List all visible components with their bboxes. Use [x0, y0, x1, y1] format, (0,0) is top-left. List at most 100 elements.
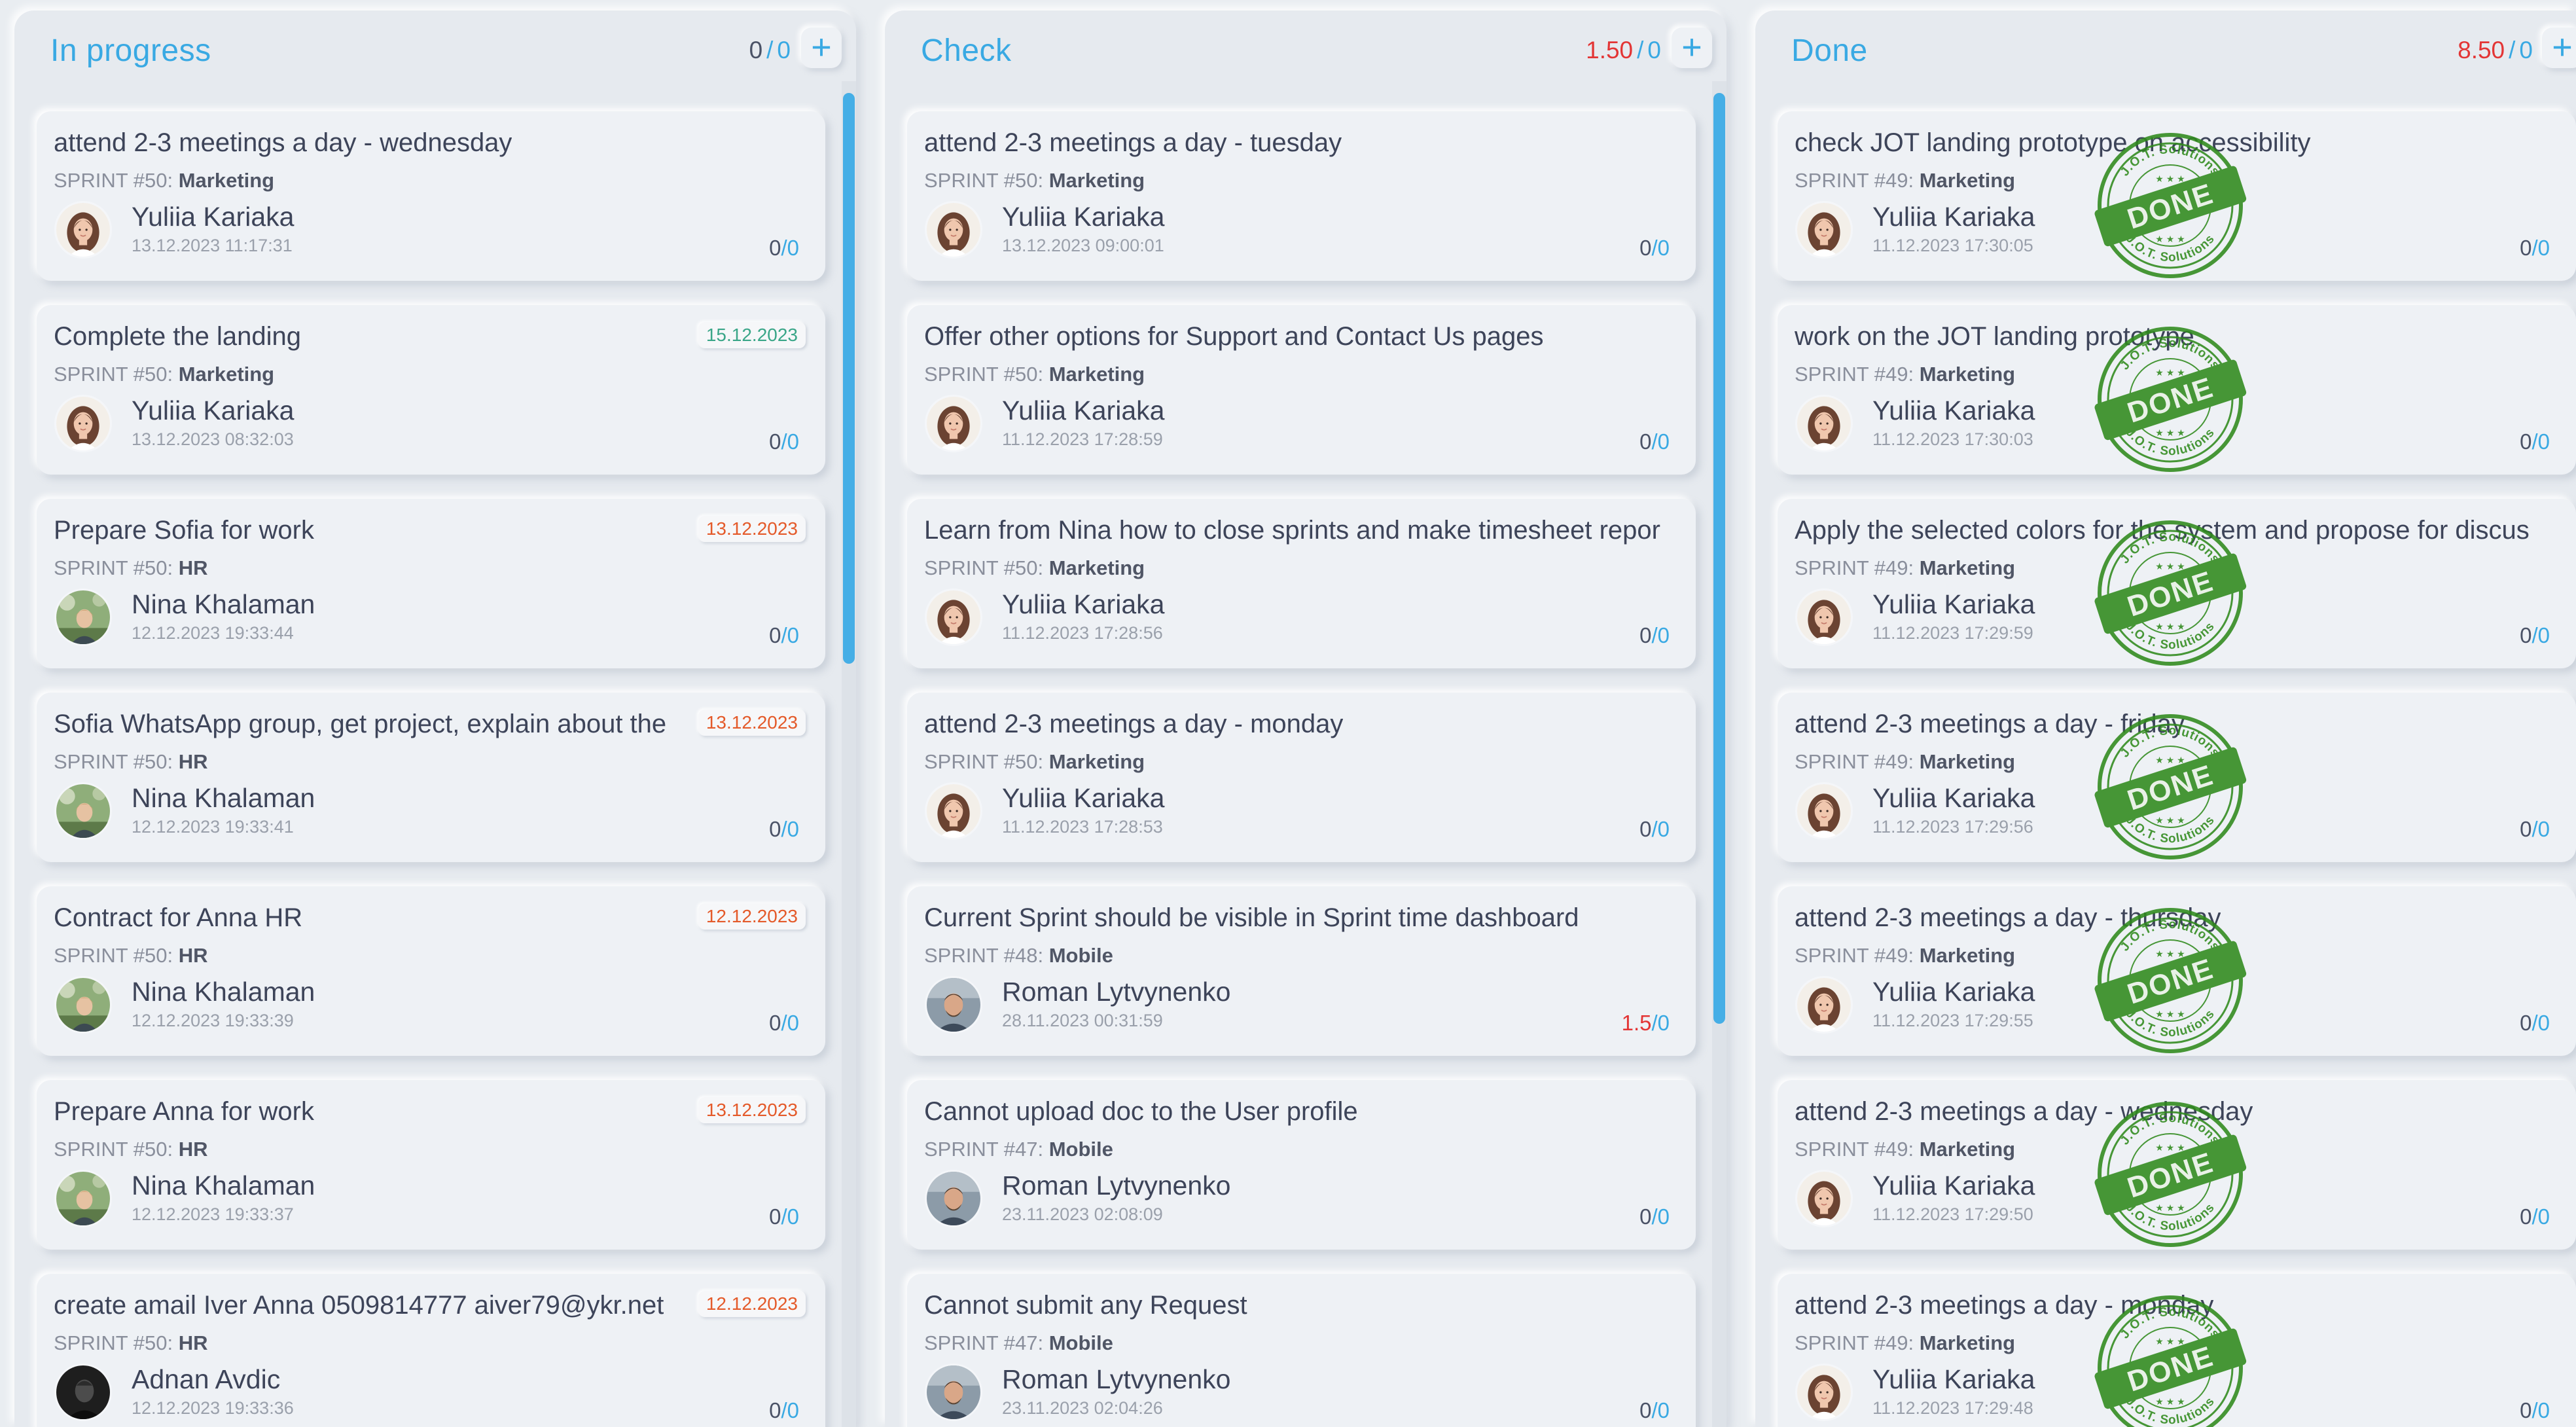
task-card[interactable]: Complete the landing 15.12.2023 SPRINT #50… [37, 305, 825, 475]
plus-icon: + [811, 27, 832, 67]
avatar [927, 590, 980, 644]
task-card[interactable]: Learn from Nina how to close sprints and… [907, 499, 1696, 668]
sprint-label: SPRINT #49: Marketing [1795, 363, 2016, 386]
card-title[interactable]: Sofia WhatsApp group, get project, expla… [54, 710, 666, 739]
card-title[interactable]: Current Sprint should be visible in Spri… [924, 903, 1579, 933]
avatar [927, 397, 980, 450]
task-card[interactable]: work on the JOT landing prototype SPRINT … [1778, 305, 2576, 475]
column-in-progress: In progress 0/0 + attend 2-3 meetings a … [14, 10, 856, 1427]
column-hours-counter: 0/0 [749, 37, 791, 63]
task-card[interactable]: Offer other options for Support and Cont… [907, 305, 1696, 475]
task-card[interactable]: Cannot submit any Request SPRINT #47: Mob… [907, 1274, 1696, 1427]
sprint-label: SPRINT #48: Mobile [924, 944, 1113, 967]
card-timestamp: 11.12.2023 17:29:55 [1872, 1011, 2033, 1030]
card-timestamp: 11.12.2023 17:28:53 [1002, 817, 1163, 837]
column-title: Done [1791, 33, 1868, 68]
add-card-button[interactable]: + [1672, 27, 1712, 68]
sprint-label: SPRINT #50: Marketing [924, 750, 1145, 773]
column-title: Check [921, 33, 1012, 68]
card-hours-counter: 0/0 [1639, 623, 1670, 647]
sprint-label: SPRINT #49: Marketing [1795, 944, 2016, 967]
svg-text:★ ★ ★: ★ ★ ★ [2155, 1142, 2185, 1153]
task-card[interactable]: check JOT landing prototype on accessibi… [1778, 111, 2576, 281]
card-title[interactable]: Cannot submit any Request [924, 1291, 1247, 1320]
task-card[interactable]: Prepare Anna for work 13.12.2023 SPRINT #5… [37, 1080, 825, 1250]
card-timestamp: 11.12.2023 17:29:50 [1872, 1204, 2033, 1224]
assignee-name: Roman Lytvynenko [1002, 1364, 1231, 1394]
svg-text:★ ★ ★: ★ ★ ★ [2155, 755, 2185, 765]
sprint-label: SPRINT #47: Mobile [924, 1331, 1113, 1354]
column-scrollbar[interactable] [842, 81, 856, 1427]
svg-text:★ ★ ★: ★ ★ ★ [2155, 1202, 2185, 1213]
assignee-name: Yuliia Kariaka [1872, 1170, 2035, 1201]
sprint-label: SPRINT #49: Marketing [1795, 1138, 2016, 1161]
add-card-button[interactable]: + [801, 27, 842, 68]
add-card-button[interactable]: + [2542, 27, 2576, 68]
assignee-name: Yuliia Kariaka [1872, 202, 2035, 232]
task-card[interactable]: Apply the selected colors for the system… [1778, 499, 2576, 668]
avatar [1797, 590, 1851, 644]
card-title[interactable]: attend 2-3 meetings a day - wednesday [54, 128, 512, 158]
card-title[interactable]: attend 2-3 meetings a day - tuesday [924, 128, 1342, 158]
task-card[interactable]: Current Sprint should be visible in Spri… [907, 886, 1696, 1056]
task-card[interactable]: attend 2-3 meetings a day - monday SPRINT… [1778, 1274, 2576, 1427]
avatar [1797, 784, 1851, 838]
card-hours-counter: 0/0 [769, 236, 799, 260]
card-title[interactable]: attend 2-3 meetings a day - monday [924, 710, 1343, 739]
sprint-label: SPRINT #50: HR [54, 750, 208, 773]
task-card[interactable]: attend 2-3 meetings a day - monday SPRINT… [907, 693, 1696, 862]
card-title[interactable]: Offer other options for Support and Cont… [924, 322, 1543, 352]
due-date-badge: 13.12.2023 [698, 516, 806, 542]
sprint-label: SPRINT #50: Marketing [54, 363, 275, 386]
task-card[interactable]: attend 2-3 meetings a day - wednesday SPR… [37, 111, 825, 281]
card-timestamp: 12.12.2023 19:33:37 [132, 1204, 294, 1224]
task-card[interactable]: Contract for Anna HR 12.12.2023 SPRINT #50… [37, 886, 825, 1056]
task-card[interactable]: attend 2-3 meetings a day - friday SPRINT… [1778, 693, 2576, 862]
avatar [56, 1365, 110, 1419]
card-hours-counter: 0/0 [769, 1398, 799, 1422]
task-card[interactable]: Sofia WhatsApp group, get project, expla… [37, 693, 825, 862]
task-card[interactable]: Cannot upload doc to the User profile SPR… [907, 1080, 1696, 1250]
card-title[interactable]: Cannot upload doc to the User profile [924, 1097, 1358, 1127]
task-card[interactable]: attend 2-3 meetings a day - wednesday SPR… [1778, 1080, 2576, 1250]
scrollbar-thumb[interactable] [843, 93, 855, 664]
card-title[interactable]: Prepare Anna for work [54, 1097, 314, 1127]
avatar [927, 1365, 980, 1419]
column-scrollbar[interactable] [1712, 81, 1726, 1427]
svg-text:★ ★ ★: ★ ★ ★ [2155, 234, 2185, 244]
task-card[interactable]: Prepare Sofia for work 13.12.2023 SPRINT #… [37, 499, 825, 668]
card-timestamp: 13.12.2023 09:00:01 [1002, 236, 1164, 255]
column-title: In progress [50, 33, 211, 68]
avatar [927, 203, 980, 257]
scrollbar-thumb[interactable] [1713, 93, 1725, 1024]
card-timestamp: 12.12.2023 19:33:39 [132, 1011, 294, 1030]
card-title[interactable]: Complete the landing [54, 322, 301, 352]
card-timestamp: 13.12.2023 08:32:03 [132, 429, 294, 449]
card-hours-counter: 0/0 [2520, 1204, 2550, 1229]
card-title[interactable]: create amail Iver Anna 0509814777 aiver7… [54, 1291, 664, 1320]
done-stamp-icon: J.O.T. Solutions J.O.T. Solutions DONE ★ ★ … [2092, 1096, 2249, 1253]
assignee-name: Roman Lytvynenko [1002, 977, 1231, 1007]
card-title[interactable]: Learn from Nina how to close sprints and… [924, 516, 1660, 545]
assignee-name: Nina Khalaman [132, 783, 315, 813]
card-timestamp: 28.11.2023 00:31:59 [1002, 1011, 1163, 1030]
task-card[interactable]: attend 2-3 meetings a day - tuesday SPRIN… [907, 111, 1696, 281]
avatar [1797, 397, 1851, 450]
card-timestamp: 23.11.2023 02:08:09 [1002, 1204, 1163, 1224]
sprint-label: SPRINT #49: Marketing [1795, 169, 2016, 192]
assignee-name: Yuliia Kariaka [1872, 395, 2035, 425]
sprint-label: SPRINT #50: HR [54, 1138, 208, 1161]
card-hours-counter: 0/0 [769, 623, 799, 647]
card-title[interactable]: Prepare Sofia for work [54, 516, 314, 545]
card-title[interactable]: Contract for Anna HR [54, 903, 302, 933]
task-card[interactable]: create amail Iver Anna 0509814777 aiver7… [37, 1274, 825, 1427]
card-hours-counter: 0/0 [769, 1011, 799, 1035]
card-timestamp: 11.12.2023 17:29:59 [1872, 623, 2033, 643]
assignee-name: Nina Khalaman [132, 589, 315, 619]
card-hours-counter: 0/0 [2520, 623, 2550, 647]
task-card[interactable]: attend 2-3 meetings a day - thursday SPRI… [1778, 886, 2576, 1056]
card-timestamp: 23.11.2023 02:04:26 [1002, 1398, 1163, 1418]
assignee-name: Yuliia Kariaka [1002, 395, 1165, 425]
due-date-badge: 12.12.2023 [698, 1291, 806, 1317]
column-hours-counter: 1.50/0 [1586, 37, 1661, 63]
